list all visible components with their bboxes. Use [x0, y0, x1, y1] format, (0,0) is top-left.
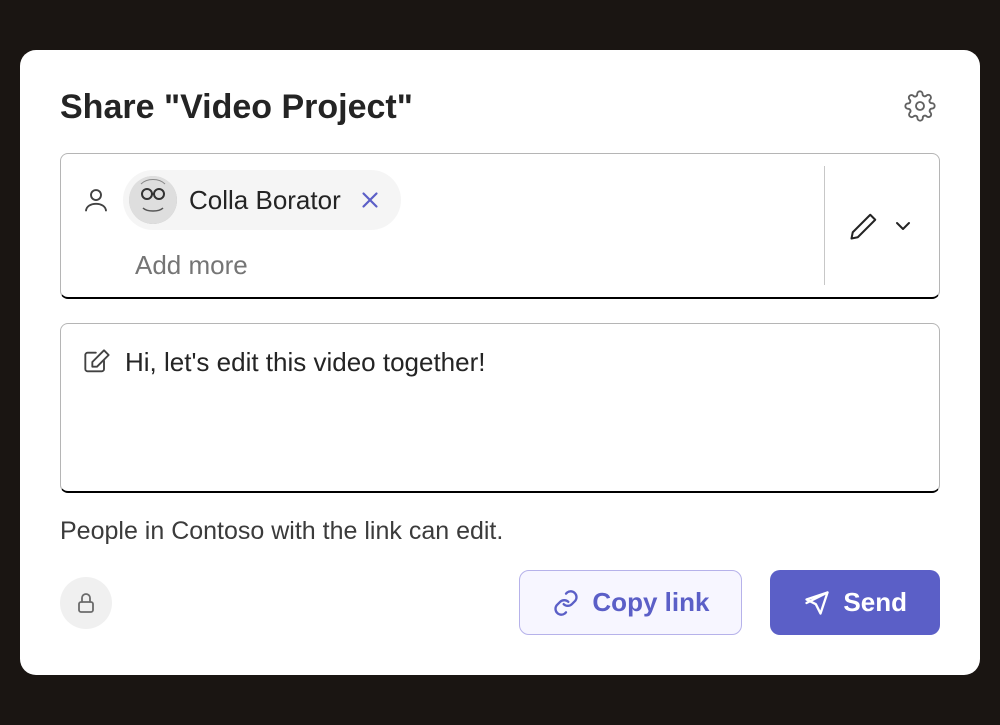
- lock-icon: [74, 591, 98, 615]
- compose-icon: [83, 348, 111, 376]
- recipient-chip[interactable]: Colla Borator: [123, 170, 401, 230]
- avatar: [129, 176, 177, 224]
- add-more-input[interactable]: [135, 250, 858, 281]
- gear-icon: [904, 90, 936, 122]
- copy-link-button[interactable]: Copy link: [519, 570, 742, 635]
- remove-recipient-button[interactable]: [353, 183, 387, 217]
- message-field[interactable]: [60, 323, 940, 493]
- recipients-field[interactable]: Colla Borator: [60, 153, 940, 299]
- dialog-actions: Copy link Send: [60, 570, 940, 635]
- message-input[interactable]: [125, 344, 917, 417]
- recipients-input-area: Colla Borator: [61, 154, 824, 297]
- dialog-header: Share "Video Project": [60, 86, 940, 129]
- share-dialog: Share "Video Project": [20, 50, 980, 675]
- permission-selector[interactable]: [825, 154, 939, 297]
- recipient-name: Colla Borator: [189, 185, 341, 216]
- copy-link-label: Copy link: [592, 587, 709, 618]
- send-label: Send: [843, 587, 907, 618]
- recipients-row: Colla Borator: [81, 170, 804, 230]
- link-icon: [552, 589, 580, 617]
- share-scope-text: People in Contoso with the link can edit…: [60, 517, 940, 546]
- send-icon: [803, 589, 831, 617]
- pencil-icon: [849, 211, 879, 241]
- person-icon: [81, 185, 111, 215]
- close-icon: [357, 187, 383, 213]
- dialog-title: Share "Video Project": [60, 88, 413, 127]
- chevron-down-icon: [891, 214, 915, 238]
- send-button[interactable]: Send: [770, 570, 940, 635]
- settings-button[interactable]: [900, 86, 940, 129]
- lock-badge[interactable]: [60, 577, 112, 629]
